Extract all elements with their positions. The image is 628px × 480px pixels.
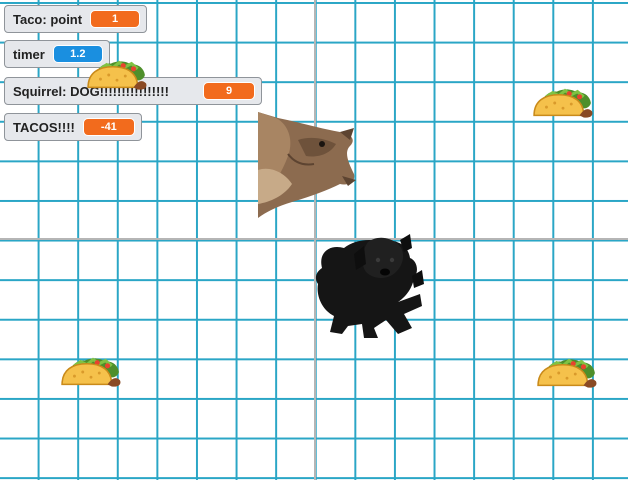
taco-sprite[interactable] — [536, 356, 598, 390]
taco-sprite[interactable] — [60, 355, 122, 389]
monitor-taco-point[interactable]: Taco: point 1 — [4, 5, 148, 33]
monitor-label: Taco: point — [13, 11, 83, 27]
monitor-value: 1 — [90, 10, 141, 28]
squirrel-sprite[interactable] — [258, 110, 358, 220]
taco-sprite[interactable] — [532, 86, 594, 120]
monitor-label: timer — [13, 46, 45, 62]
monitor-value: -41 — [82, 118, 135, 136]
monitor-label: TACOS!!!! — [13, 119, 75, 135]
game-stage[interactable]: Taco: point 1 timer 1.2 Squirrel: DOG!!!… — [0, 0, 628, 480]
dog-sprite[interactable] — [308, 230, 428, 342]
monitor-tacos[interactable]: TACOS!!!! -41 — [4, 113, 142, 141]
taco-sprite[interactable] — [86, 58, 148, 92]
monitor-value: 9 — [203, 82, 255, 100]
